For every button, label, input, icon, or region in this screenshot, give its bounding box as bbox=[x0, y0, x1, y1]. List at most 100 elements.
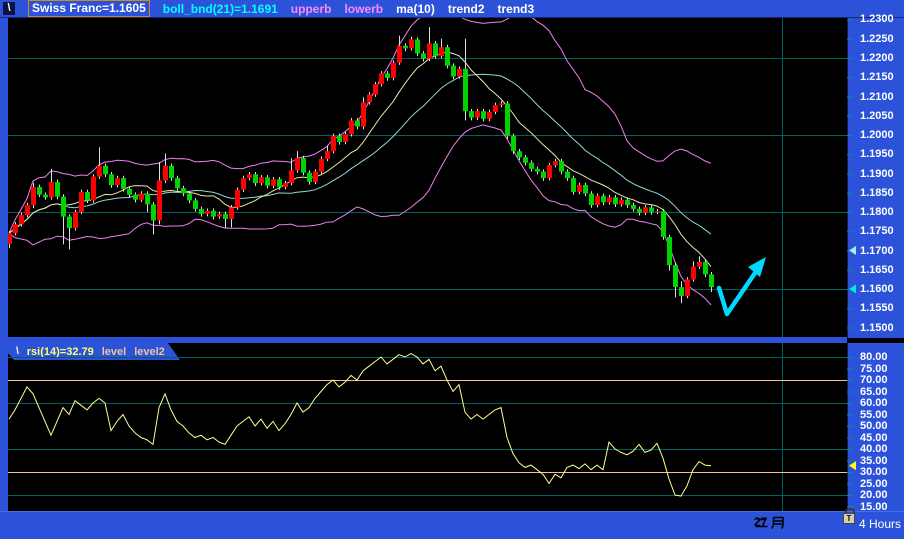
indicator-label-ma10[interactable]: ma(10) bbox=[396, 2, 435, 16]
candle-body bbox=[451, 65, 456, 77]
candle-body bbox=[241, 178, 246, 190]
candle-body bbox=[517, 151, 522, 158]
price-axis-label: 1.1550 bbox=[860, 302, 894, 315]
candle-body bbox=[43, 194, 48, 198]
axis-lock-icon[interactable]: T bbox=[843, 508, 855, 524]
ma10-line bbox=[8, 51, 712, 267]
candle-body bbox=[367, 94, 372, 103]
indicator-label-upperb[interactable]: upperb bbox=[291, 2, 332, 16]
candlesticks bbox=[8, 27, 714, 304]
candle-body bbox=[337, 135, 342, 142]
candle-body bbox=[385, 73, 390, 78]
chart-window: \ Swiss Franc=1.1605 boll_bnd(21)=1.1691… bbox=[0, 0, 904, 539]
rsi-line bbox=[8, 353, 712, 497]
candle-body bbox=[361, 102, 366, 127]
candle-body bbox=[523, 157, 528, 163]
time-axis-bar bbox=[0, 511, 904, 539]
chart-plot-area bbox=[8, 18, 856, 511]
candle-body bbox=[67, 216, 72, 229]
price-axis-label: 1.1700 bbox=[860, 244, 894, 257]
candle-body bbox=[505, 103, 510, 136]
candle-body bbox=[553, 161, 558, 166]
candle-body bbox=[343, 134, 348, 142]
candle-body bbox=[433, 43, 438, 57]
candle-body bbox=[169, 165, 174, 179]
candle-body bbox=[289, 170, 294, 184]
candle-body bbox=[379, 73, 384, 85]
candle-body bbox=[589, 193, 594, 206]
candle-body bbox=[655, 211, 660, 213]
candle-body bbox=[643, 207, 648, 213]
candle-body bbox=[193, 200, 198, 209]
candle-body bbox=[205, 210, 210, 214]
candle-body bbox=[421, 53, 426, 59]
price-axis: 1.2300 1.2250 1.2200 1.2150 1.2100 1.2050 1.20… bbox=[847, 13, 904, 338]
candle-body bbox=[355, 120, 360, 127]
candle-body bbox=[91, 176, 96, 201]
rsi-level-lines[interactable] bbox=[8, 380, 847, 473]
day-label: 27 bbox=[754, 515, 768, 529]
symbol-label[interactable]: Swiss Franc=1.1605 bbox=[28, 0, 150, 17]
draw-tool-icon[interactable]: \ bbox=[3, 2, 15, 15]
candle-body bbox=[499, 103, 504, 105]
candle-body bbox=[145, 193, 150, 205]
indicator-label-trend3[interactable]: trend3 bbox=[498, 2, 535, 16]
candle-body bbox=[61, 196, 66, 217]
rsi-level-label-2: level2 bbox=[134, 345, 165, 358]
candle-body bbox=[79, 192, 84, 212]
panel-splitter[interactable] bbox=[0, 337, 847, 343]
rsi-axis-label: 70.00 bbox=[860, 374, 888, 386]
candle-body bbox=[625, 199, 630, 206]
candle-body bbox=[481, 111, 486, 119]
candle-body bbox=[223, 213, 228, 219]
candle-body bbox=[115, 178, 120, 185]
candle-body bbox=[307, 172, 312, 182]
candle-body bbox=[415, 39, 420, 54]
candle-body bbox=[109, 174, 114, 186]
candle-body bbox=[151, 204, 156, 221]
candle-body bbox=[295, 158, 300, 171]
candle-body bbox=[637, 208, 642, 213]
candle-body bbox=[403, 45, 408, 49]
price-axis-label: 1.2100 bbox=[860, 90, 894, 103]
candle-body bbox=[661, 211, 666, 237]
price-axis-label: 1.1850 bbox=[860, 186, 894, 199]
candle-body bbox=[439, 47, 444, 57]
candle-body bbox=[607, 197, 612, 203]
candle-body bbox=[229, 207, 234, 219]
rsi-axis-label: 45.00 bbox=[860, 431, 888, 444]
indicator-label-lowerb[interactable]: lowerb bbox=[344, 2, 383, 16]
candle-body bbox=[373, 84, 378, 95]
indicator-label-bollinger[interactable]: boll_bnd(21)=1.1691 bbox=[163, 2, 278, 16]
candle-body bbox=[325, 151, 330, 159]
candle-body bbox=[703, 262, 708, 275]
candle-body bbox=[157, 180, 162, 221]
indicator-label-trend2[interactable]: trend2 bbox=[448, 2, 485, 16]
candle-body bbox=[283, 183, 288, 187]
price-axis-label: 1.1500 bbox=[860, 321, 894, 334]
candle-body bbox=[577, 185, 582, 192]
candle-body bbox=[535, 168, 540, 172]
candle-body bbox=[409, 39, 414, 49]
candle-body bbox=[391, 62, 396, 78]
timeframe-label: 4 Hours bbox=[858, 517, 901, 531]
rsi-axis: 80.00 75.00 70.00 65.00 60.00 55.00 50.00 45.00… bbox=[847, 343, 904, 513]
candle-body bbox=[475, 111, 480, 118]
candle-body bbox=[133, 194, 138, 200]
rsi-tab[interactable]: \ rsi(14)=32.79 level level2 bbox=[8, 343, 180, 360]
candle-body bbox=[103, 165, 108, 175]
candle-body bbox=[349, 120, 354, 135]
candle-body bbox=[691, 266, 696, 280]
rsi-axis-label: 80.00 bbox=[860, 351, 888, 363]
candle-body bbox=[673, 265, 678, 287]
candle-body bbox=[559, 161, 564, 172]
candle-body bbox=[301, 158, 306, 173]
candle-body bbox=[97, 165, 102, 177]
candle-body bbox=[139, 193, 144, 200]
candle-body bbox=[595, 195, 600, 205]
candle-body bbox=[247, 174, 252, 179]
candle-body bbox=[55, 182, 60, 197]
candle-body bbox=[541, 171, 546, 179]
trend-arrow-annotation[interactable] bbox=[716, 257, 766, 317]
candle-body bbox=[127, 188, 132, 195]
